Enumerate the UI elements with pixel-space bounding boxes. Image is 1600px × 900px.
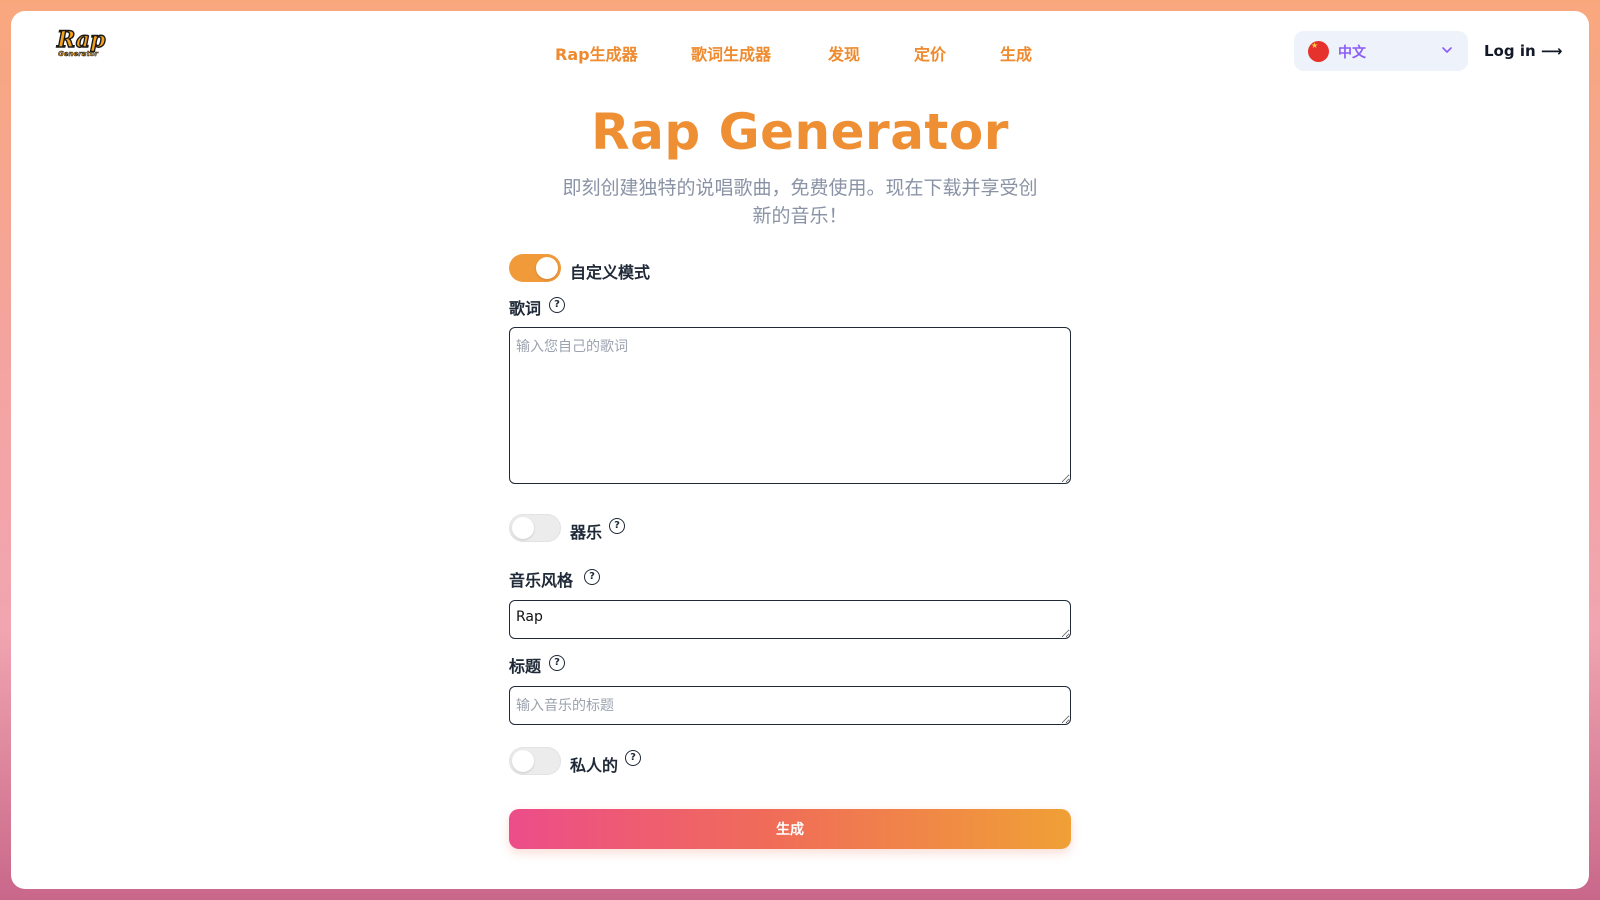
page-title: Rap Generator [591, 103, 1009, 161]
nav-item-rap-generator[interactable]: Rap生成器 [555, 41, 638, 65]
toggle-knob [512, 750, 534, 772]
generate-button[interactable]: 生成 [509, 809, 1071, 849]
music-style-input[interactable]: Rap [509, 600, 1071, 639]
instrumental-label: 器乐 [570, 523, 603, 542]
china-flag-icon [1308, 41, 1329, 62]
music-style-label: 音乐风格 [509, 571, 574, 590]
language-label: 中文 [1338, 45, 1366, 61]
lyrics-label: 歌词 [509, 299, 542, 318]
instrumental-help-icon[interactable]: ? [609, 518, 625, 534]
title-help-icon[interactable]: ? [549, 655, 565, 671]
toggle-knob [536, 257, 558, 279]
nav-item-pricing[interactable]: 定价 [914, 41, 946, 65]
toggle-knob [512, 517, 534, 539]
lyrics-help-icon[interactable]: ? [549, 297, 565, 313]
app-window: Rap Generator Rap生成器 歌词生成器 发现 定价 生成 中文 L… [11, 11, 1589, 889]
chevron-down-icon [1442, 47, 1452, 53]
private-help-icon[interactable]: ? [625, 750, 641, 766]
private-label: 私人的 [570, 756, 619, 775]
page-subtitle: 即刻创建独特的说唱歌曲，免费使用。现在下载并享受创新的音乐！ [562, 177, 1038, 227]
language-selector[interactable]: 中文 [1294, 31, 1468, 71]
nav-item-lyrics-generator[interactable]: 歌词生成器 [691, 41, 771, 65]
nav-item-discover[interactable]: 发现 [828, 41, 860, 65]
nav-item-generate[interactable]: 生成 [1000, 41, 1032, 65]
title-input[interactable] [509, 686, 1071, 725]
login-link[interactable]: Log in ⟶ [1484, 42, 1562, 60]
private-toggle[interactable] [509, 747, 561, 775]
custom-mode-toggle[interactable] [509, 254, 561, 282]
music-style-help-icon[interactable]: ? [584, 569, 600, 585]
title-label: 标题 [509, 657, 542, 676]
lyrics-input[interactable] [509, 327, 1071, 484]
instrumental-toggle[interactable] [509, 514, 561, 542]
custom-mode-label: 自定义模式 [570, 263, 651, 282]
